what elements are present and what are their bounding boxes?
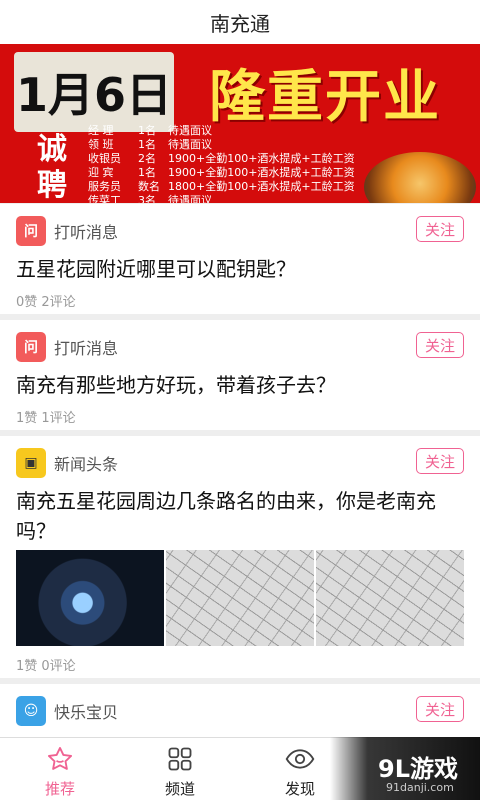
banner-ad[interactable]: 1月6日 隆重开业 诚聘 经 理 1名 待遇面议 领 班 1名 待遇面议 收银员 2名 19… <box>0 44 480 203</box>
post-image[interactable] <box>316 550 464 646</box>
post-title[interactable]: 五星花园附近哪里可以配钥匙？ <box>16 254 466 284</box>
follow-button[interactable]: 关注 <box>416 216 464 242</box>
news-logo-icon: ▣ <box>16 448 46 478</box>
post-source: ☺ 快乐宝贝 <box>16 696 118 726</box>
post-card[interactable]: ▣ 新闻头条 关注 南充五星花园周边几条路名的由来，你是老南充吗？ 1赞 0评论 <box>0 436 480 678</box>
job-row: 经 理 1名 待遇面议 <box>88 124 212 137</box>
post-title[interactable]: 南充有那些地方好玩，带着孩子去？ <box>16 370 466 400</box>
tab-label: 推荐 <box>44 780 75 798</box>
post-image[interactable] <box>16 550 164 646</box>
watermark-logo: 9L游戏 91danji.com <box>330 737 480 800</box>
job-row: 领 班 1名 待遇面议 <box>88 138 212 151</box>
post-source-name: 打听消息 <box>54 339 119 358</box>
grid-icon <box>165 744 195 774</box>
post-image[interactable] <box>166 550 314 646</box>
app-title: 南充通 <box>210 11 270 36</box>
post-stats: 1赞 1评论 <box>16 411 76 426</box>
post-stats: 0赞 2评论 <box>16 295 76 310</box>
follow-button[interactable]: 关注 <box>416 696 464 722</box>
watermark-url: 91danji.com <box>386 781 454 794</box>
tab-channel[interactable]: 频道 <box>120 738 240 800</box>
post-stats: 1赞 0评论 <box>16 659 76 674</box>
tab-label: 频道 <box>164 780 195 798</box>
baby-logo-icon: ☺ <box>16 696 46 726</box>
star-icon <box>45 744 75 774</box>
banner-headline: 隆重开业 <box>209 64 441 130</box>
follow-button[interactable]: 关注 <box>416 448 464 474</box>
post-source: 问 打听消息 <box>16 332 118 362</box>
post-card[interactable]: ☺ 快乐宝贝 关注 <box>0 684 480 737</box>
job-row: 迎 宾 1名 1900+全勤100+酒水提成+工龄工资 <box>88 166 355 179</box>
watermark-text: 9L游戏 <box>378 755 458 783</box>
job-row: 收银员 2名 1900+全勤100+酒水提成+工龄工资 <box>88 152 355 165</box>
post-source-name: 新闻头条 <box>54 455 119 474</box>
tab-recommend[interactable]: 推荐 <box>0 738 120 800</box>
banner-date: 1月6日 <box>14 52 174 132</box>
post-source-name: 打听消息 <box>54 223 119 242</box>
post-title[interactable]: 南充五星花园周边几条路名的由来，你是老南充吗？ <box>16 486 466 546</box>
banner-hire-label: 诚聘 <box>37 132 67 203</box>
top-bar: 南充通 <box>0 0 480 44</box>
follow-button[interactable]: 关注 <box>416 332 464 358</box>
post-card[interactable]: 问 打听消息 关注 南充有那些地方好玩，带着孩子去？ 1赞 1评论 <box>0 320 480 430</box>
tab-label: 发现 <box>284 780 315 798</box>
post-source: 问 打听消息 <box>16 216 118 246</box>
post-card[interactable]: 问 打听消息 关注 五星花园附近哪里可以配钥匙？ 0赞 2评论 <box>0 204 480 314</box>
job-row: 传菜工 3名 待遇面议 <box>88 194 212 203</box>
post-source: ▣ 新闻头条 <box>16 448 118 478</box>
ask-logo-icon: 问 <box>16 332 46 362</box>
banner-job-list: 经 理 1名 待遇面议 领 班 1名 待遇面议 收银员 2名 1900+全勤100+酒水提成… <box>88 124 388 203</box>
job-row: 服务员 数名 1800+全勤100+酒水提成+工龄工资 <box>88 180 355 193</box>
post-source-name: 快乐宝贝 <box>54 703 119 722</box>
eye-icon <box>285 744 315 774</box>
post-image-row[interactable] <box>16 550 464 646</box>
ask-logo-icon: 问 <box>16 216 46 246</box>
